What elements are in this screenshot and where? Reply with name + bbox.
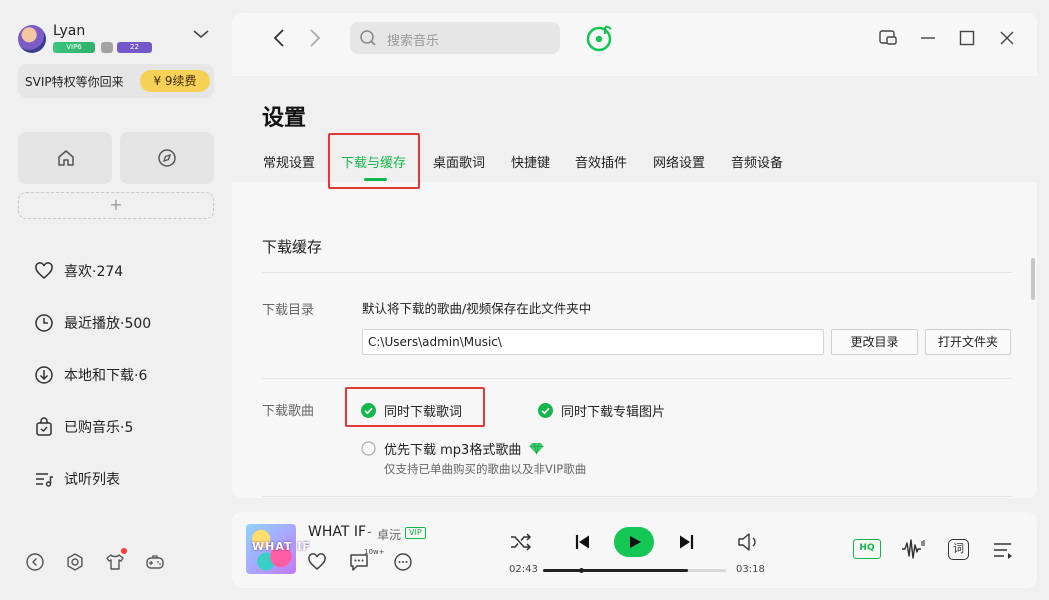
download-path-field[interactable]: C:\Users\admin\Music\ — [362, 329, 824, 355]
like-heart-icon[interactable] — [307, 552, 327, 571]
song-artist[interactable]: 卓沅 — [377, 526, 401, 543]
home-icon — [56, 148, 76, 168]
collapse-sidebar-icon[interactable] — [25, 552, 45, 572]
page-title: 设置 — [262, 106, 307, 131]
heart-icon — [34, 261, 54, 281]
compass-icon — [157, 148, 177, 168]
home-tile[interactable] — [18, 132, 112, 184]
mp3-note: 仅支持已单曲购买的歌曲以及非VIP歌曲 — [384, 462, 587, 476]
prefer-mp3-checkbox[interactable]: 优先下载 mp3格式歌曲 — [361, 439, 544, 458]
search-icon — [359, 29, 377, 47]
skin-icon[interactable] — [105, 552, 125, 572]
progress-fill — [543, 569, 688, 572]
quality-button[interactable]: HQ — [853, 539, 881, 559]
tab-desktop-lyrics[interactable]: 桌面歌词 — [433, 152, 485, 171]
section-title: 下载缓存 — [262, 238, 323, 256]
download-icon — [34, 365, 54, 385]
volume-icon[interactable] — [737, 532, 761, 552]
sidebar-item-local-downloads[interactable]: 本地和下载·6 — [34, 363, 147, 387]
minimize-icon[interactable] — [919, 29, 937, 47]
maximize-icon[interactable] — [958, 29, 976, 47]
notification-dot — [121, 548, 127, 554]
download-cover-checkbox[interactable]: 同时下载专辑图片 — [538, 401, 665, 420]
progress-marker[interactable] — [579, 568, 584, 573]
checkbox-label: 同时下载专辑图片 — [561, 405, 666, 420]
sidebar-item-recent[interactable]: 最近播放·500 — [34, 311, 151, 335]
divider — [262, 272, 1012, 273]
playlist-queue-icon[interactable] — [992, 540, 1014, 560]
divider — [262, 378, 1012, 379]
song-title[interactable]: WHAT IF — [308, 524, 366, 540]
discover-tile[interactable] — [120, 132, 214, 184]
shield-badge — [101, 42, 113, 53]
sidebar-item-label: 喜欢·274 — [64, 264, 124, 280]
clock-icon — [34, 313, 54, 333]
scrollbar-thumb[interactable] — [1031, 258, 1035, 300]
tab-network[interactable]: 网络设置 — [653, 152, 705, 171]
total-duration: 03:18 — [736, 564, 765, 575]
album-cover-text: WHAT IF — [252, 540, 311, 553]
sidebar-item-label: 本地和下载·6 — [64, 368, 148, 384]
bag-icon — [34, 417, 54, 437]
tab-sound-plugins[interactable]: 音效插件 — [575, 152, 627, 171]
sidebar-item-favorites[interactable]: 喜欢·274 — [34, 259, 123, 283]
lyrics-button[interactable]: 词 — [948, 539, 969, 560]
title-separator: - — [367, 525, 372, 540]
next-track-icon[interactable] — [678, 534, 694, 550]
play-button[interactable] — [614, 527, 654, 557]
download-song-label: 下载歌曲 — [262, 404, 315, 419]
search-input[interactable] — [350, 22, 560, 54]
forward-arrow-icon[interactable] — [307, 28, 323, 48]
svip-promo-text: SVIP特权等你回来 — [25, 75, 124, 89]
vip-tag: VIP — [405, 527, 426, 539]
back-arrow-icon[interactable] — [271, 28, 287, 48]
sidebar-item-purchased[interactable]: 已购音乐·5 — [34, 415, 133, 439]
lyrics-label: 词 — [948, 539, 969, 560]
download-dir-label: 下载目录 — [262, 303, 315, 318]
username[interactable]: Lyan — [53, 23, 85, 39]
user-level-badge[interactable]: 22 — [117, 42, 152, 53]
sidebar-item-trial-list[interactable]: 试听列表 — [34, 467, 120, 491]
add-shortcut-button[interactable]: + — [18, 192, 214, 219]
gamepad-icon[interactable] — [145, 552, 165, 572]
shuffle-icon[interactable] — [510, 533, 532, 551]
comment-count: 10w+ — [364, 548, 385, 556]
change-directory-button[interactable]: 更改目录 — [831, 329, 918, 355]
playlist-icon — [34, 469, 54, 489]
open-folder-button[interactable]: 打开文件夹 — [925, 329, 1011, 355]
more-icon[interactable] — [393, 552, 413, 572]
check-circle-icon — [538, 403, 553, 418]
play-icon — [628, 535, 642, 549]
download-dir-description: 默认将下载的歌曲/视频保存在此文件夹中 — [362, 301, 592, 316]
avatar[interactable] — [18, 25, 46, 53]
close-icon[interactable] — [998, 29, 1016, 47]
settings-icon[interactable] — [65, 552, 85, 572]
lyrics-option-highlight — [345, 387, 485, 427]
renew-button[interactable]: ¥ 9续费 — [140, 70, 210, 92]
music-recognition-icon[interactable] — [585, 23, 615, 53]
vip-level-badge[interactable]: VIP6 — [53, 42, 95, 53]
empty-circle-icon — [361, 441, 376, 456]
active-tab-highlight — [328, 133, 420, 189]
checkbox-label: 优先下载 mp3格式歌曲 — [384, 443, 522, 458]
elapsed-time: 02:43 — [509, 564, 538, 575]
search-placeholder: 搜索音乐 — [387, 34, 440, 49]
tab-hotkeys[interactable]: 快捷键 — [511, 152, 550, 171]
mini-mode-icon[interactable] — [878, 29, 898, 47]
chevron-down-icon[interactable] — [193, 28, 209, 40]
tab-audio-device[interactable]: 音频设备 — [731, 152, 783, 171]
tab-general[interactable]: 常规设置 — [263, 152, 315, 171]
sidebar-item-label: 最近播放·500 — [64, 316, 152, 332]
previous-track-icon[interactable] — [575, 534, 591, 550]
divider — [262, 496, 1012, 497]
sidebar-item-label: 试听列表 — [64, 472, 120, 488]
diamond-icon — [529, 442, 544, 455]
sound-effect-icon[interactable] — [901, 538, 927, 560]
sidebar-item-label: 已购音乐·5 — [64, 420, 134, 436]
